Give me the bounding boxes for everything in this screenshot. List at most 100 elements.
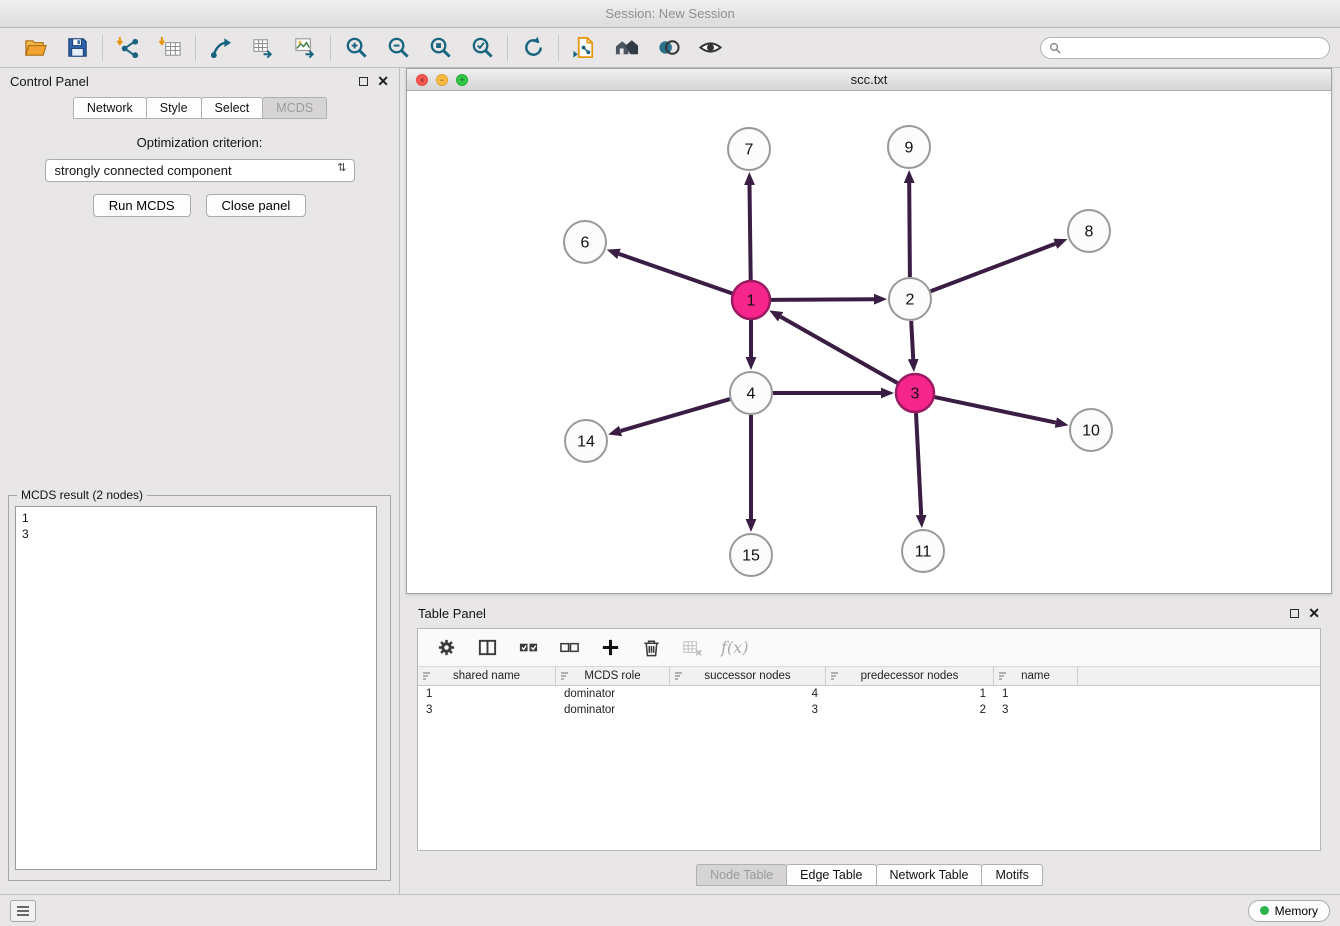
node-label: 9 [905,140,914,157]
table-cell[interactable]: 4 [670,686,826,702]
tab-mcds[interactable]: MCDS [262,97,327,119]
delete-table-button[interactable] [680,636,704,660]
show-hide-button[interactable] [695,33,725,63]
graph-edge-4-14[interactable] [621,399,730,431]
graph-node-1[interactable]: 1 [732,281,770,319]
unchecked-boxes-icon [559,637,580,658]
graph-edge-2-8[interactable] [931,244,1056,291]
table-panel-title: Table Panel [418,606,486,621]
table-panel-header: Table Panel ✕ [406,598,1332,628]
table-cell[interactable]: 1 [994,686,1078,702]
refresh-button[interactable] [518,33,548,63]
paint-style-icon [656,35,681,60]
zoom-selected-button[interactable] [467,33,497,63]
minimize-window-button[interactable]: − [436,74,448,86]
tab-motifs[interactable]: Motifs [981,864,1042,886]
network-window-titlebar[interactable]: × − + scc.txt [407,69,1331,91]
graph-node-3[interactable]: 3 [896,374,934,412]
table-cell[interactable]: 1 [826,686,994,702]
column-header-MCDS-role[interactable]: MCDS role [556,667,670,685]
memory-button[interactable]: Memory [1248,900,1330,922]
graph-edge-1-6[interactable] [619,254,732,294]
column-header-predecessor-nodes[interactable]: predecessor nodes [826,667,994,685]
criterion-dropdown[interactable]: strongly connected component ⇅ [45,159,355,182]
graph-node-2[interactable]: 2 [889,278,931,320]
task-history-button[interactable] [10,900,36,922]
graph-edge-3-11[interactable] [916,413,921,515]
graph-edge-2-9[interactable] [909,183,910,277]
table-panel: Table Panel ✕ f(x) [406,598,1332,890]
table-cell[interactable]: 1 [418,686,556,702]
table-cell[interactable]: dominator [556,702,670,718]
add-column-button[interactable] [598,636,622,660]
search-field[interactable] [1040,37,1330,59]
graph-node-4[interactable]: 4 [730,372,772,414]
first-neighbors-button[interactable] [611,33,641,63]
tab-network[interactable]: Network [73,97,147,119]
network-canvas[interactable]: 7 9 6 8 1 2 4 3 14 10 15 11 [407,91,1331,593]
select-all-button[interactable] [516,636,540,660]
open-file-button[interactable] [20,33,50,63]
graph-edge-1-2[interactable] [771,299,874,300]
zoom-fit-button[interactable] [425,33,455,63]
import-network-button[interactable] [113,33,143,63]
graph-edge-3-1[interactable] [781,317,898,383]
save-icon [65,35,90,60]
graph-node-9[interactable]: 9 [888,126,930,168]
deselect-all-button[interactable] [557,636,581,660]
table-cell[interactable]: 3 [994,702,1078,718]
clone-network-button[interactable] [569,33,599,63]
graph-edge-1-7[interactable] [750,185,751,280]
table-cell[interactable]: 3 [670,702,826,718]
graph-node-14[interactable]: 14 [565,420,607,462]
mcds-result-textarea[interactable]: 1 3 [15,506,377,870]
table-row[interactable]: 1dominator411 [418,686,1320,702]
graph-node-10[interactable]: 10 [1070,409,1112,451]
column-header-name[interactable]: name [994,667,1078,685]
column-header-successor-nodes[interactable]: successor nodes [670,667,826,685]
graph-node-11[interactable]: 11 [902,530,944,572]
export-table-button[interactable] [248,33,278,63]
close-window-button[interactable]: × [416,74,428,86]
table-settings-button[interactable] [434,636,458,660]
float-panel-icon[interactable] [359,77,368,86]
graph-node-15[interactable]: 15 [730,534,772,576]
network-window: × − + scc.txt 7 9 6 8 1 2 4 3 14 10 15 11 [406,68,1332,594]
plus-icon [600,637,621,658]
export-table-icon [251,35,276,60]
graph-edge-2-3[interactable] [911,321,913,359]
tab-network-table[interactable]: Network Table [876,864,983,886]
table-row[interactable]: 3dominator323 [418,702,1320,718]
column-header-shared-name[interactable]: shared name [418,667,556,685]
search-input[interactable] [1066,41,1321,55]
tab-select[interactable]: Select [201,97,264,119]
tab-node-table[interactable]: Node Table [696,864,787,886]
zoom-in-button[interactable] [341,33,371,63]
zoom-out-button[interactable] [383,33,413,63]
paint-style-button[interactable] [653,33,683,63]
export-network-button[interactable] [206,33,236,63]
memory-label: Memory [1275,904,1318,918]
tab-style[interactable]: Style [146,97,202,119]
show-columns-button[interactable] [475,636,499,660]
node-label: 1 [747,293,756,310]
close-panel-icon[interactable]: ✕ [377,74,389,88]
save-session-button[interactable] [62,33,92,63]
table-cell[interactable]: 2 [826,702,994,718]
float-panel-icon[interactable] [1290,609,1299,618]
run-mcds-button[interactable]: Run MCDS [93,194,191,217]
import-table-button[interactable] [155,33,185,63]
delete-column-button[interactable] [639,636,663,660]
graph-node-6[interactable]: 6 [564,221,606,263]
graph-node-8[interactable]: 8 [1068,210,1110,252]
table-cell[interactable]: dominator [556,686,670,702]
table-cell[interactable]: 3 [418,702,556,718]
graph-node-7[interactable]: 7 [728,128,770,170]
graph-edge-3-10[interactable] [935,397,1056,423]
close-panel-button[interactable]: Close panel [206,194,307,217]
close-panel-icon[interactable]: ✕ [1308,606,1320,620]
maximize-window-button[interactable]: + [456,74,468,86]
export-image-button[interactable] [290,33,320,63]
function-builder-button[interactable]: f(x) [721,638,748,657]
tab-edge-table[interactable]: Edge Table [786,864,876,886]
